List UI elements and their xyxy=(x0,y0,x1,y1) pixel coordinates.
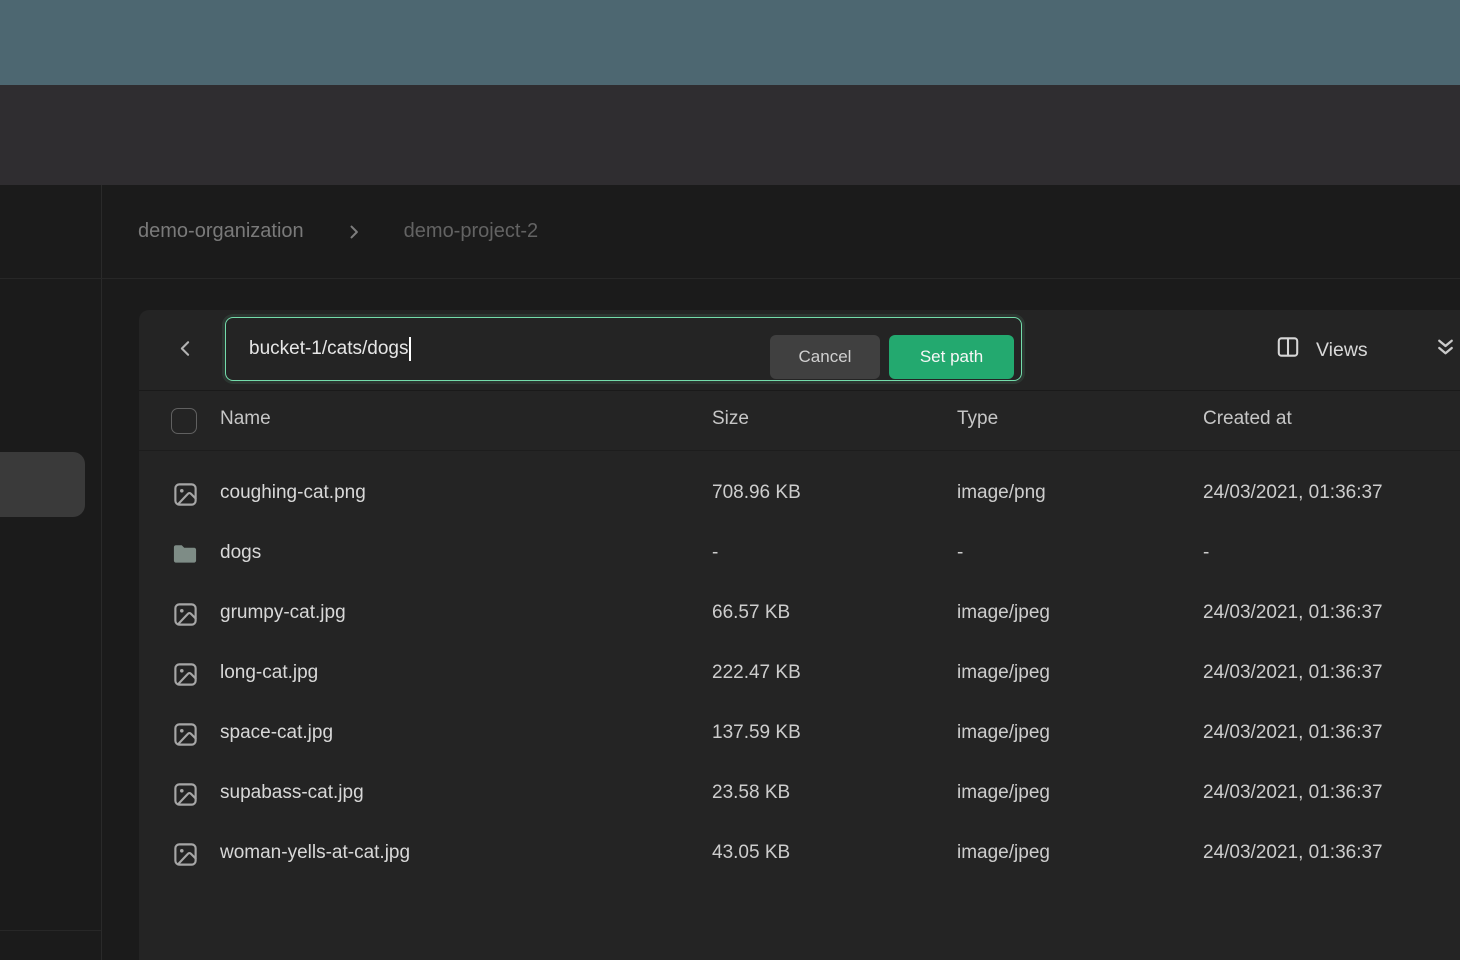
image-icon xyxy=(171,480,199,508)
file-size: 222.47 KB xyxy=(712,662,801,684)
image-icon xyxy=(171,660,199,688)
breadcrumb-organization[interactable]: demo-organization xyxy=(138,220,304,243)
file-explorer-panel: bucket-1/cats/dogs Cancel Set path Views xyxy=(139,310,1460,960)
file-type: image/jpeg xyxy=(957,782,1050,804)
file-name: dogs xyxy=(220,542,261,564)
chevrons-down-icon xyxy=(1433,335,1458,365)
sidebar-divider xyxy=(101,185,102,960)
file-list: coughing-cat.png 708.96 KB image/png 24/… xyxy=(139,451,1460,884)
image-icon xyxy=(171,720,199,748)
table-row[interactable]: coughing-cat.png 708.96 KB image/png 24/… xyxy=(139,464,1460,524)
file-created-at: 24/03/2021, 01:36:37 xyxy=(1203,782,1383,804)
sidebar-footer-divider xyxy=(0,930,101,931)
file-type: - xyxy=(957,542,963,564)
table-header: Name Size Type Created at xyxy=(139,391,1460,450)
image-icon xyxy=(171,780,199,808)
back-button[interactable] xyxy=(169,336,201,366)
storage-explorer-window: demo-organization demo-project-2 bucket-… xyxy=(0,0,1460,960)
file-name: grumpy-cat.jpg xyxy=(220,602,346,624)
breadcrumb: demo-organization demo-project-2 xyxy=(101,185,1460,278)
file-type: image/png xyxy=(957,482,1046,504)
header-type: Type xyxy=(957,408,998,430)
folder-icon xyxy=(171,540,199,568)
file-created-at: - xyxy=(1203,542,1209,564)
path-input[interactable]: bucket-1/cats/dogs Cancel Set path xyxy=(225,317,1022,381)
views-button[interactable]: Views xyxy=(1275,310,1368,390)
table-row[interactable]: dogs - - - xyxy=(139,524,1460,584)
file-created-at: 24/03/2021, 01:36:37 xyxy=(1203,722,1383,744)
file-type: image/jpeg xyxy=(957,842,1050,864)
text-caret xyxy=(409,337,411,361)
window-titlebar xyxy=(0,85,1460,185)
file-name: supabass-cat.jpg xyxy=(220,782,364,804)
file-size: 708.96 KB xyxy=(712,482,801,504)
file-type: image/jpeg xyxy=(957,722,1050,744)
breadcrumb-divider xyxy=(0,278,1460,279)
file-created-at: 24/03/2021, 01:36:37 xyxy=(1203,602,1383,624)
file-size: - xyxy=(712,542,718,564)
file-created-at: 24/03/2021, 01:36:37 xyxy=(1203,662,1383,684)
table-row[interactable]: long-cat.jpg 222.47 KB image/jpeg 24/03/… xyxy=(139,644,1460,704)
chevron-left-icon xyxy=(173,336,198,366)
file-name: woman-yells-at-cat.jpg xyxy=(220,842,410,864)
table-row[interactable]: woman-yells-at-cat.jpg 43.05 KB image/jp… xyxy=(139,824,1460,884)
path-input-value: bucket-1/cats/dogs xyxy=(226,337,411,361)
image-icon xyxy=(171,600,199,628)
file-name: coughing-cat.png xyxy=(220,482,366,504)
views-label: Views xyxy=(1316,339,1368,362)
file-created-at: 24/03/2021, 01:36:37 xyxy=(1203,842,1383,864)
set-path-button[interactable]: Set path xyxy=(889,335,1014,379)
file-name: long-cat.jpg xyxy=(220,662,318,684)
sidebar-selected-item[interactable] xyxy=(0,452,85,517)
file-size: 43.05 KB xyxy=(712,842,790,864)
header-name: Name xyxy=(220,408,271,430)
breadcrumb-project[interactable]: demo-project-2 xyxy=(404,220,539,243)
columns-icon xyxy=(1275,334,1301,366)
file-size: 66.57 KB xyxy=(712,602,790,624)
file-type: image/jpeg xyxy=(957,662,1050,684)
file-created-at: 24/03/2021, 01:36:37 xyxy=(1203,482,1383,504)
table-row[interactable]: grumpy-cat.jpg 66.57 KB image/jpeg 24/03… xyxy=(139,584,1460,644)
header-created-at: Created at xyxy=(1203,408,1292,430)
header-size: Size xyxy=(712,408,749,430)
explorer-toolbar: bucket-1/cats/dogs Cancel Set path Views xyxy=(139,310,1460,390)
select-all-checkbox[interactable] xyxy=(171,408,197,434)
table-row[interactable]: supabass-cat.jpg 23.58 KB image/jpeg 24/… xyxy=(139,764,1460,824)
collapse-toolbar-button[interactable] xyxy=(1433,310,1460,390)
chevron-right-icon xyxy=(330,222,378,242)
table-row[interactable]: space-cat.jpg 137.59 KB image/jpeg 24/03… xyxy=(139,704,1460,764)
cancel-button[interactable]: Cancel xyxy=(770,335,880,379)
file-name: space-cat.jpg xyxy=(220,722,333,744)
file-size: 23.58 KB xyxy=(712,782,790,804)
file-size: 137.59 KB xyxy=(712,722,801,744)
top-banner xyxy=(0,0,1460,85)
file-type: image/jpeg xyxy=(957,602,1050,624)
image-icon xyxy=(171,840,199,868)
